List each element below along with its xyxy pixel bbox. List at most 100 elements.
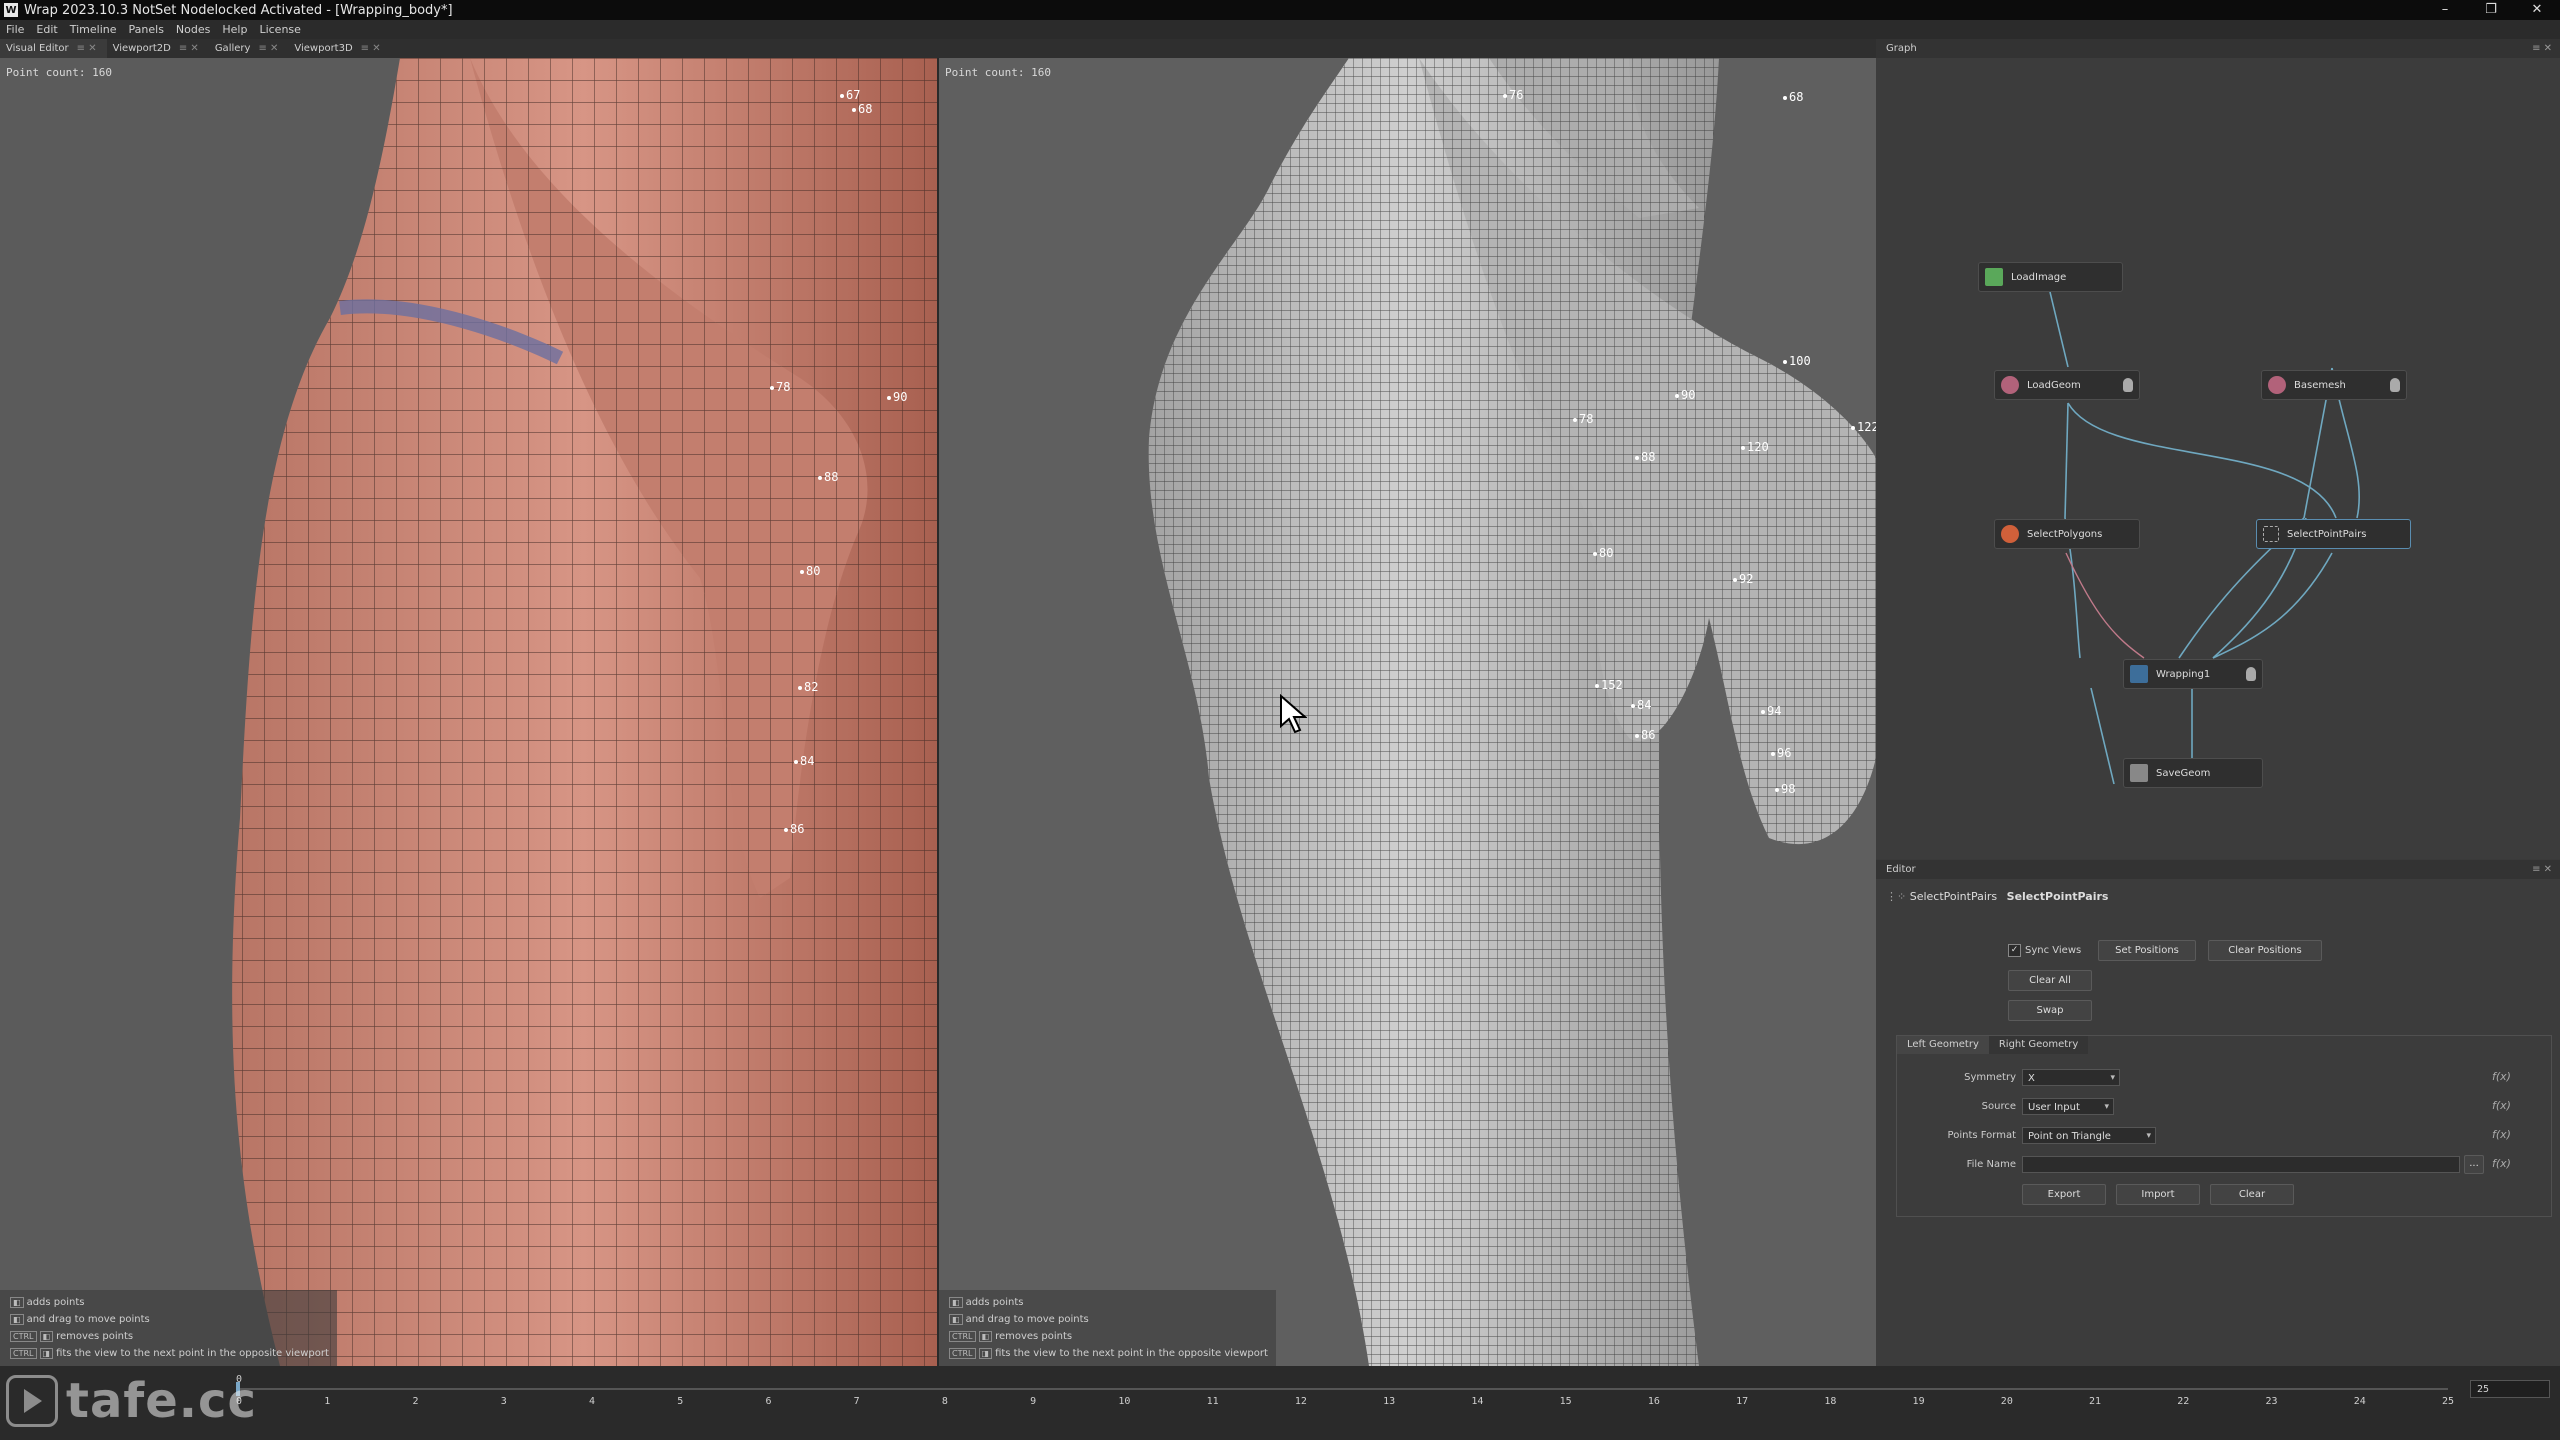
menu-timeline[interactable]: Timeline: [64, 23, 123, 36]
close-icon[interactable]: ≡ ✕: [361, 39, 381, 58]
timeline[interactable]: 0 0 1 2 3 4 5 6 7 8 9 10 11 12 13 14 15 16 17 18 19 20 21 22 23…: [0, 1366, 2560, 1440]
source-fx-button[interactable]: f(x): [2492, 1099, 2511, 1112]
browse-button[interactable]: ...: [2464, 1155, 2484, 1174]
timeline-tick: 8: [941, 1396, 948, 1407]
panel-title: Graph: [1886, 43, 1917, 54]
node-selectpointpairs[interactable]: SelectPointPairs: [2256, 519, 2411, 549]
point-marker[interactable]: 86: [1634, 728, 1655, 742]
clear-all-button[interactable]: Clear All: [2008, 970, 2092, 991]
timeline-tick: 4: [588, 1396, 595, 1407]
hint: ◧ adds points: [10, 1294, 329, 1311]
tab-viewport3d[interactable]: Viewport3D ≡ ✕: [288, 39, 390, 58]
tab-viewport2d[interactable]: Viewport2D ≡ ✕: [107, 39, 209, 58]
point-marker[interactable]: 67: [839, 88, 860, 102]
hint-text: removes points: [995, 1331, 1073, 1342]
viewport-left[interactable]: Point count: 160 67 68 78 90 88 80 82 84…: [0, 58, 937, 1366]
point-marker[interactable]: 84: [1630, 698, 1651, 712]
tab-label: Viewport3D: [294, 43, 353, 54]
node-savegeom[interactable]: SaveGeom: [2123, 758, 2263, 788]
close-icon[interactable]: ≡ ✕: [77, 39, 97, 58]
point-marker[interactable]: 100: [1783, 354, 1811, 368]
node-loadimage[interactable]: LoadImage: [1978, 262, 2123, 292]
graph-panel[interactable]: Graph ≡ ✕ LoadImage LoadGeom Basemesh Sel…: [1876, 39, 2560, 859]
tab-gallery[interactable]: Gallery ≡ ✕: [209, 39, 289, 58]
close-button[interactable]: ✕: [2514, 0, 2560, 20]
menu-license[interactable]: License: [253, 23, 306, 36]
hint: CTRL ◨ fits the view to the next point in …: [949, 1345, 1268, 1362]
viewport-tab-bar: Visual Editor ≡ ✕ Viewport2D ≡ ✕ Gallery ≡ …: [0, 39, 1876, 59]
point-marker[interactable]: 88: [817, 470, 838, 484]
menu-edit[interactable]: Edit: [30, 23, 63, 36]
close-icon[interactable]: ≡ ✕: [258, 39, 278, 58]
point-marker[interactable]: 76: [1502, 88, 1523, 102]
tab-visual-editor[interactable]: Visual Editor ≡ ✕: [0, 39, 107, 58]
timeline-tick: 12: [1294, 1396, 1307, 1407]
node-label: SelectPolygons: [2027, 528, 2103, 540]
panel-menu-icon[interactable]: ≡ ✕: [2532, 860, 2552, 879]
symmetry-dropdown[interactable]: X: [2022, 1069, 2120, 1087]
file-name-fx-button[interactable]: f(x): [2492, 1157, 2511, 1170]
point-marker[interactable]: 80: [799, 564, 820, 578]
sync-views-checkbox[interactable]: ✓ Sync Views: [2008, 944, 2081, 957]
symmetry-fx-button[interactable]: f(x): [2492, 1070, 2511, 1083]
swap-button[interactable]: Swap: [2008, 1000, 2092, 1021]
set-positions-button[interactable]: Set Positions: [2098, 940, 2196, 961]
point-marker[interactable]: 92: [1732, 572, 1753, 586]
point-marker[interactable]: 90: [886, 390, 907, 404]
editor-header: Editor ≡ ✕: [1876, 860, 2560, 879]
menu-nodes[interactable]: Nodes: [170, 23, 216, 36]
mouse-left-icon: ◧: [39, 1331, 54, 1342]
visibility-bulb-icon[interactable]: [2246, 667, 2256, 681]
close-icon[interactable]: ≡ ✕: [179, 39, 199, 58]
maximize-button[interactable]: ❐: [2468, 0, 2514, 20]
node-basemesh[interactable]: Basemesh: [2261, 370, 2407, 400]
point-marker[interactable]: 80: [1592, 546, 1613, 560]
point-marker[interactable]: 68: [1782, 90, 1803, 104]
import-button[interactable]: Import: [2116, 1184, 2200, 1205]
mouse-cursor-icon: [1279, 693, 1308, 738]
point-count: Point count: 160: [945, 66, 1051, 79]
node-selectpolygons[interactable]: SelectPolygons: [1994, 519, 2140, 549]
node-wrapping[interactable]: Wrapping1: [2123, 659, 2263, 689]
ctrl-key: CTRL: [949, 1348, 976, 1359]
point-marker[interactable]: 94: [1760, 704, 1781, 718]
points-format-dropdown[interactable]: Point on Triangle: [2022, 1127, 2156, 1145]
point-marker[interactable]: 96: [1770, 746, 1791, 760]
mouse-left-icon: ◧: [978, 1331, 993, 1342]
point-marker[interactable]: 78: [769, 380, 790, 394]
mouse-right-icon: ◨: [978, 1348, 993, 1359]
minimize-button[interactable]: –: [2422, 0, 2468, 20]
timeline-track[interactable]: [238, 1388, 2448, 1390]
menu-panels[interactable]: Panels: [123, 23, 170, 36]
point-marker[interactable]: 68: [851, 102, 872, 116]
app-logo-icon: W: [4, 3, 18, 17]
export-button[interactable]: Export: [2022, 1184, 2106, 1205]
viewport-right[interactable]: Point count: 160 76 68 100 90 78 88 120 …: [939, 58, 1876, 1366]
timeline-tick: 5: [677, 1396, 684, 1407]
point-marker[interactable]: 152: [1595, 678, 1623, 692]
tab-right-geometry[interactable]: Right Geometry: [1988, 1036, 2089, 1054]
visibility-bulb-icon[interactable]: [2390, 378, 2400, 392]
panel-menu-icon[interactable]: ≡ ✕: [2532, 39, 2552, 58]
node-loadgeom[interactable]: LoadGeom: [1994, 370, 2140, 400]
menu-file[interactable]: File: [0, 23, 30, 36]
node-label: Wrapping1: [2156, 668, 2211, 680]
clear-positions-button[interactable]: Clear Positions: [2208, 940, 2322, 961]
points-format-fx-button[interactable]: f(x): [2492, 1128, 2511, 1141]
point-marker[interactable]: 122: [1851, 420, 1876, 434]
file-name-input[interactable]: [2022, 1156, 2460, 1173]
point-marker[interactable]: 90: [1674, 388, 1695, 402]
point-marker[interactable]: 82: [797, 680, 818, 694]
end-frame-input[interactable]: 25: [2470, 1380, 2550, 1398]
tab-left-geometry[interactable]: Left Geometry: [1897, 1036, 1989, 1054]
source-dropdown[interactable]: User Input: [2022, 1098, 2114, 1116]
menu-help[interactable]: Help: [216, 23, 253, 36]
visibility-bulb-icon[interactable]: [2123, 378, 2133, 392]
point-marker[interactable]: 98: [1774, 782, 1795, 796]
point-marker[interactable]: 84: [793, 754, 814, 768]
point-marker[interactable]: 88: [1634, 450, 1655, 464]
clear-button[interactable]: Clear: [2210, 1184, 2294, 1205]
point-marker[interactable]: 120: [1741, 440, 1769, 454]
point-marker[interactable]: 78: [1572, 412, 1593, 426]
point-marker[interactable]: 86: [783, 822, 804, 836]
